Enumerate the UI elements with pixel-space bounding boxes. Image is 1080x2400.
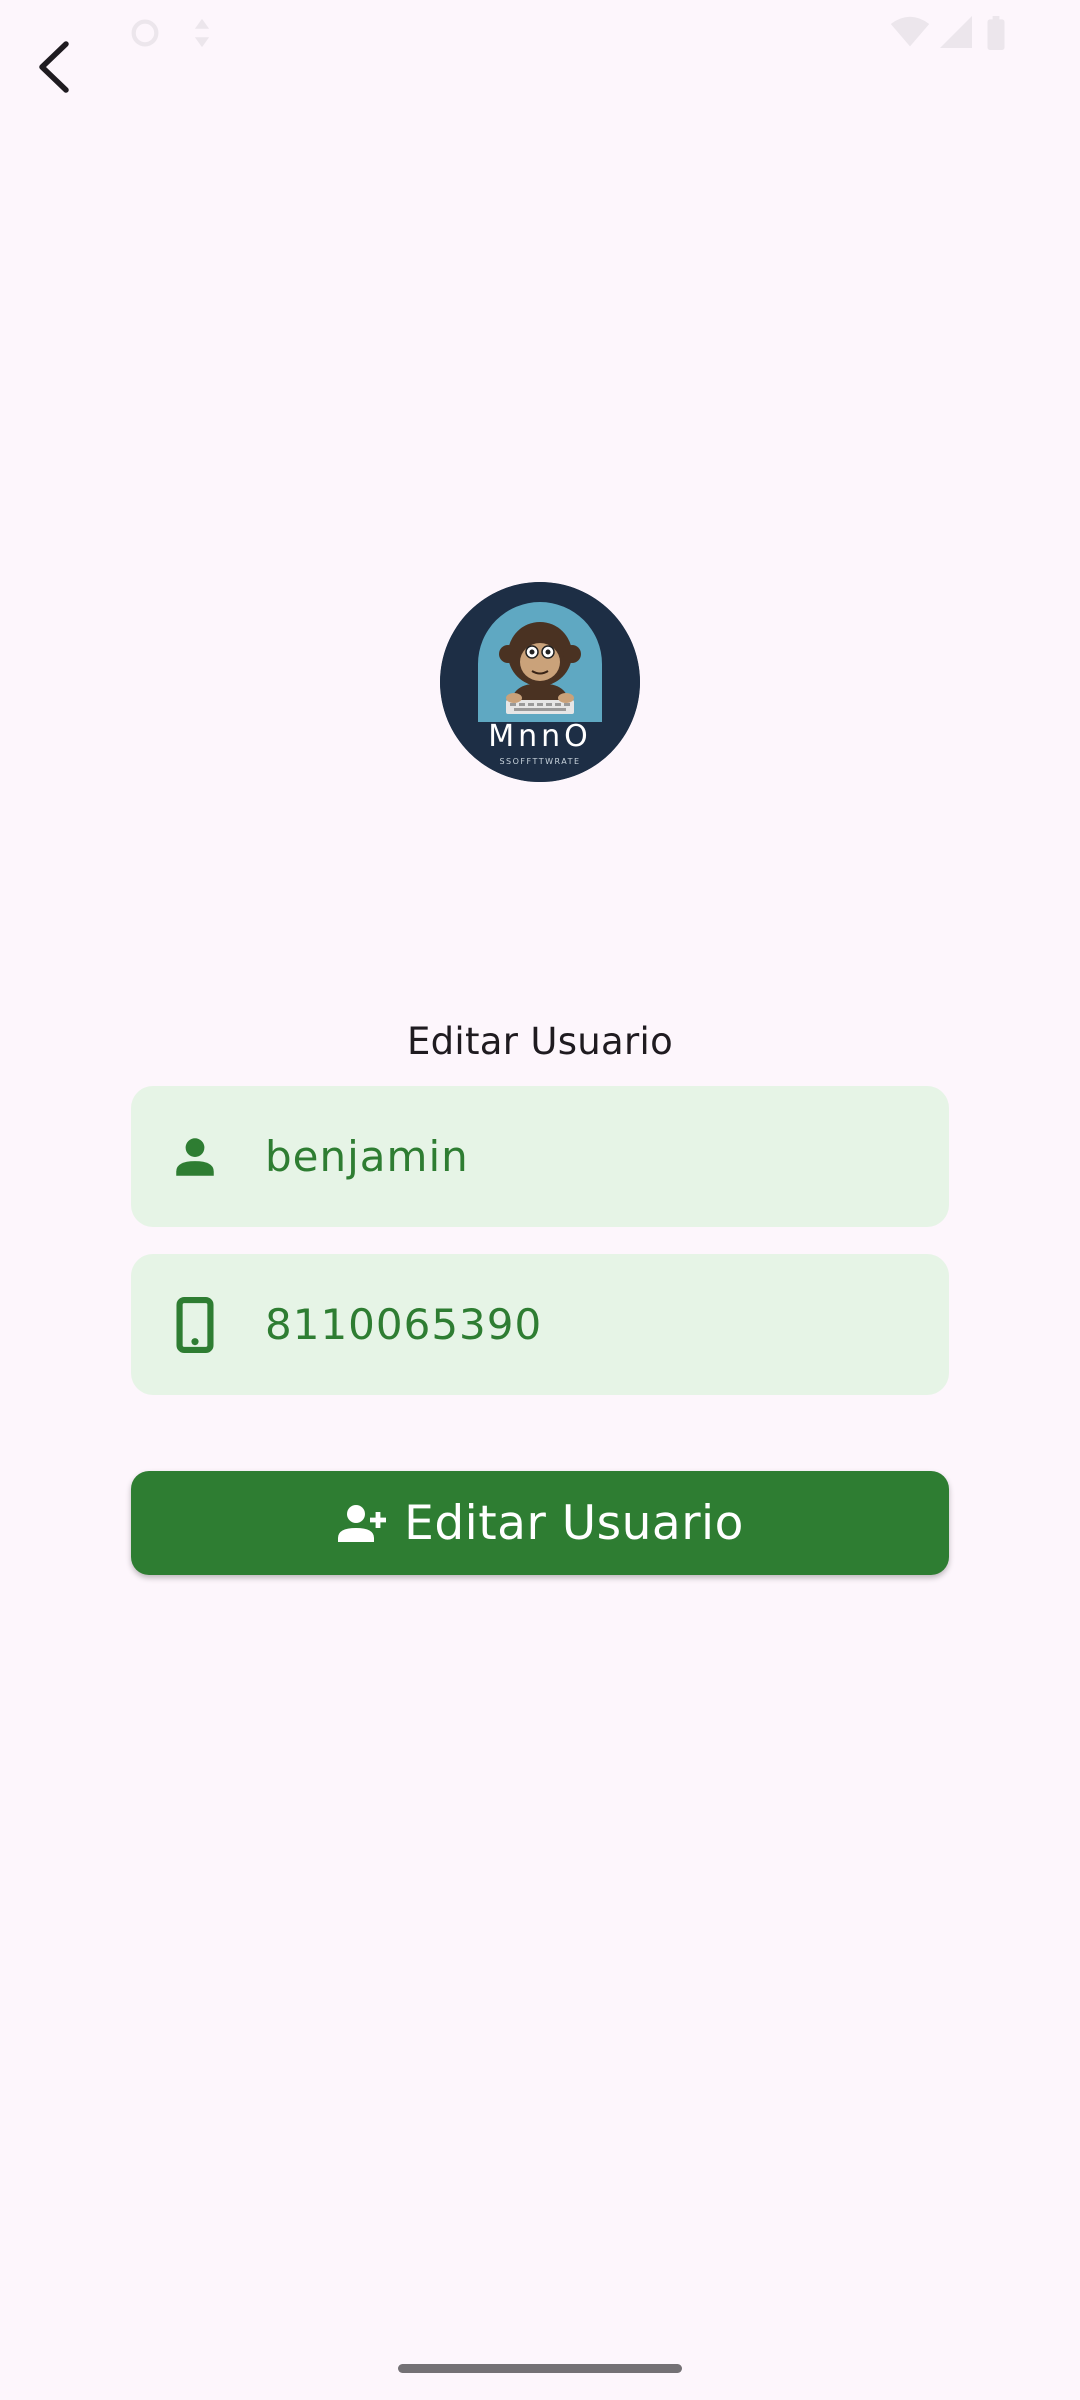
cell-signal-icon [940, 16, 972, 52]
arrow-back-icon [34, 38, 74, 100]
person-icon [167, 1129, 223, 1185]
name-value: benjamin [265, 1132, 469, 1181]
person-add-icon [336, 1497, 388, 1549]
svg-text:SSOFFTTWRATE: SSOFFTTWRATE [499, 757, 580, 766]
wifi-icon [890, 16, 930, 52]
name-field[interactable]: benjamin [131, 1086, 949, 1227]
form-title: Editar Usuario [406, 1020, 674, 1063]
status-bar [0, 0, 1080, 64]
edit-user-button-label: Editar Usuario [404, 1495, 744, 1551]
svg-text:MnnO: MnnO [488, 719, 592, 754]
app-logo: MnnO SSOFFTTWRATE [440, 582, 640, 782]
settings-icon [128, 16, 162, 54]
smartphone-icon [167, 1296, 223, 1353]
back-button[interactable] [22, 34, 86, 104]
battery-icon [985, 16, 1007, 54]
home-indicator[interactable] [398, 2364, 682, 2373]
phone-value: 8110065390 [265, 1300, 543, 1349]
data-transfer-icon [190, 16, 214, 54]
edit-user-button[interactable]: Editar Usuario [131, 1471, 949, 1575]
phone-field[interactable]: 8110065390 [131, 1254, 949, 1395]
